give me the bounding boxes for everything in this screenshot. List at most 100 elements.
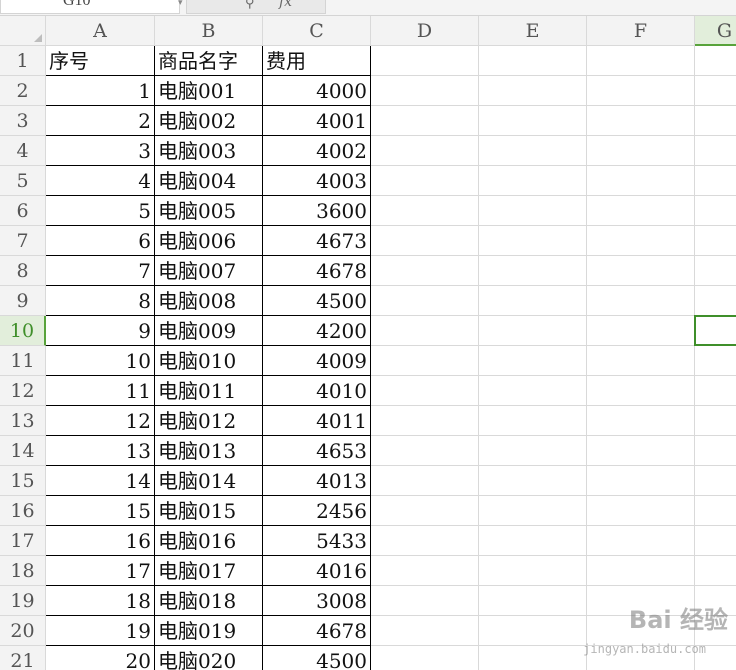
cell-d6[interactable] bbox=[371, 196, 479, 226]
cell-b15[interactable]: 电脑014 bbox=[155, 466, 263, 496]
cell-e2[interactable] bbox=[479, 76, 587, 106]
cell-b12[interactable]: 电脑011 bbox=[155, 376, 263, 406]
cell-e5[interactable] bbox=[479, 166, 587, 196]
spreadsheet-grid[interactable]: A B C D E F G 1 序号 商品名字 费用 2 1 电脑001 4000 3 2 电脑002 4001 4 3… bbox=[0, 16, 736, 670]
cell-e19[interactable] bbox=[479, 586, 587, 616]
cell-c17[interactable]: 5433 bbox=[263, 526, 371, 556]
cell-c12[interactable]: 4010 bbox=[263, 376, 371, 406]
cell-b20[interactable]: 电脑019 bbox=[155, 616, 263, 646]
cell-e12[interactable] bbox=[479, 376, 587, 406]
cell-e17[interactable] bbox=[479, 526, 587, 556]
column-header-d[interactable]: D bbox=[371, 16, 479, 46]
cell-e21[interactable] bbox=[479, 646, 587, 670]
cell-f12[interactable] bbox=[587, 376, 695, 406]
cell-a20[interactable]: 19 bbox=[46, 616, 155, 646]
cell-a2[interactable]: 1 bbox=[46, 76, 155, 106]
cell-d21[interactable] bbox=[371, 646, 479, 670]
cell-g16[interactable] bbox=[695, 496, 736, 526]
row-header-18[interactable]: 18 bbox=[0, 556, 46, 586]
cell-a8[interactable]: 7 bbox=[46, 256, 155, 286]
cell-f3[interactable] bbox=[587, 106, 695, 136]
row-header-12[interactable]: 12 bbox=[0, 376, 46, 406]
cell-f9[interactable] bbox=[587, 286, 695, 316]
cell-d18[interactable] bbox=[371, 556, 479, 586]
cell-c6[interactable]: 3600 bbox=[263, 196, 371, 226]
cell-d4[interactable] bbox=[371, 136, 479, 166]
cell-c15[interactable]: 4013 bbox=[263, 466, 371, 496]
cell-a3[interactable]: 2 bbox=[46, 106, 155, 136]
row-header-10[interactable]: 10 bbox=[0, 316, 46, 346]
cell-g17[interactable] bbox=[695, 526, 736, 556]
cell-g11[interactable] bbox=[695, 346, 736, 376]
cell-a15[interactable]: 14 bbox=[46, 466, 155, 496]
cell-a13[interactable]: 12 bbox=[46, 406, 155, 436]
cell-e20[interactable] bbox=[479, 616, 587, 646]
cell-a4[interactable]: 3 bbox=[46, 136, 155, 166]
column-header-f[interactable]: F bbox=[587, 16, 695, 46]
cell-d5[interactable] bbox=[371, 166, 479, 196]
cell-b7[interactable]: 电脑006 bbox=[155, 226, 263, 256]
cell-b13[interactable]: 电脑012 bbox=[155, 406, 263, 436]
cell-d1[interactable] bbox=[371, 46, 479, 76]
row-header-9[interactable]: 9 bbox=[0, 286, 46, 316]
cell-a12[interactable]: 11 bbox=[46, 376, 155, 406]
cell-f13[interactable] bbox=[587, 406, 695, 436]
cell-c1[interactable]: 费用 bbox=[263, 46, 371, 76]
cell-b4[interactable]: 电脑003 bbox=[155, 136, 263, 166]
row-header-11[interactable]: 11 bbox=[0, 346, 46, 376]
row-header-20[interactable]: 20 bbox=[0, 616, 46, 646]
cell-c7[interactable]: 4673 bbox=[263, 226, 371, 256]
cell-a9[interactable]: 8 bbox=[46, 286, 155, 316]
cell-b10[interactable]: 电脑009 bbox=[155, 316, 263, 346]
cell-g5[interactable] bbox=[695, 166, 736, 196]
cell-g15[interactable] bbox=[695, 466, 736, 496]
formula-input[interactable] bbox=[326, 0, 736, 15]
cell-d11[interactable] bbox=[371, 346, 479, 376]
cell-c3[interactable]: 4001 bbox=[263, 106, 371, 136]
cell-f8[interactable] bbox=[587, 256, 695, 286]
cell-a1[interactable]: 序号 bbox=[46, 46, 155, 76]
cell-c2[interactable]: 4000 bbox=[263, 76, 371, 106]
select-all-corner[interactable] bbox=[0, 16, 46, 46]
cell-e13[interactable] bbox=[479, 406, 587, 436]
cell-e16[interactable] bbox=[479, 496, 587, 526]
cell-e8[interactable] bbox=[479, 256, 587, 286]
cell-d19[interactable] bbox=[371, 586, 479, 616]
cell-a7[interactable]: 6 bbox=[46, 226, 155, 256]
cell-f4[interactable] bbox=[587, 136, 695, 166]
cell-a18[interactable]: 17 bbox=[46, 556, 155, 586]
cell-g6[interactable] bbox=[695, 196, 736, 226]
cell-b18[interactable]: 电脑017 bbox=[155, 556, 263, 586]
cell-a5[interactable]: 4 bbox=[46, 166, 155, 196]
row-header-17[interactable]: 17 bbox=[0, 526, 46, 556]
cell-b11[interactable]: 电脑010 bbox=[155, 346, 263, 376]
cell-b2[interactable]: 电脑001 bbox=[155, 76, 263, 106]
cell-c20[interactable]: 4678 bbox=[263, 616, 371, 646]
cell-b6[interactable]: 电脑005 bbox=[155, 196, 263, 226]
cell-b8[interactable]: 电脑007 bbox=[155, 256, 263, 286]
cell-c16[interactable]: 2456 bbox=[263, 496, 371, 526]
row-header-15[interactable]: 15 bbox=[0, 466, 46, 496]
cell-c21[interactable]: 4500 bbox=[263, 646, 371, 670]
cell-e11[interactable] bbox=[479, 346, 587, 376]
cell-a6[interactable]: 5 bbox=[46, 196, 155, 226]
column-header-a[interactable]: A bbox=[46, 16, 155, 46]
cell-d15[interactable] bbox=[371, 466, 479, 496]
cell-g2[interactable] bbox=[695, 76, 736, 106]
cell-g18[interactable] bbox=[695, 556, 736, 586]
row-header-21[interactable]: 21 bbox=[0, 646, 46, 670]
cell-g3[interactable] bbox=[695, 106, 736, 136]
cell-c4[interactable]: 4002 bbox=[263, 136, 371, 166]
cell-d10[interactable] bbox=[371, 316, 479, 346]
cell-c11[interactable]: 4009 bbox=[263, 346, 371, 376]
cell-a16[interactable]: 15 bbox=[46, 496, 155, 526]
row-header-16[interactable]: 16 bbox=[0, 496, 46, 526]
column-header-e[interactable]: E bbox=[479, 16, 587, 46]
cell-e10[interactable] bbox=[479, 316, 587, 346]
cell-a21[interactable]: 20 bbox=[46, 646, 155, 670]
cell-g10[interactable] bbox=[695, 316, 736, 346]
cell-b5[interactable]: 电脑004 bbox=[155, 166, 263, 196]
cell-d14[interactable] bbox=[371, 436, 479, 466]
chevron-down-icon[interactable]: ▾ bbox=[178, 0, 183, 8]
row-header-4[interactable]: 4 bbox=[0, 136, 46, 166]
